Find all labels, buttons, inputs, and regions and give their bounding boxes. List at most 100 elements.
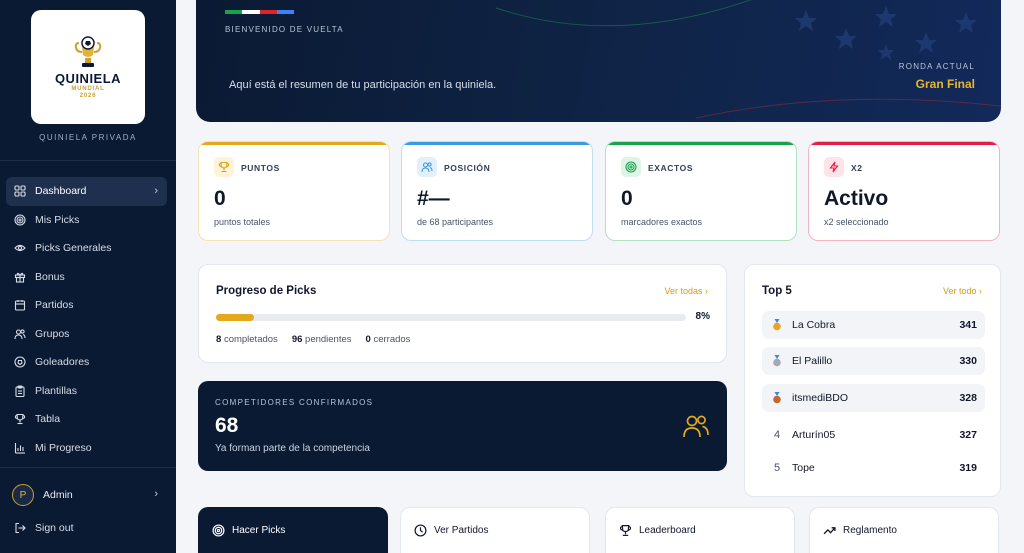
stat-value: 0 — [214, 187, 226, 210]
leaderboard-row[interactable]: 4 Arturín05 327 — [762, 421, 985, 449]
users-icon — [417, 157, 437, 177]
button-label: Ver Partidos — [434, 525, 489, 536]
welcome-subtitle: Aquí está el resumen de tu participación… — [229, 79, 497, 91]
leaderboard-row[interactable]: La Cobra 341 — [762, 311, 985, 339]
trophy-ball-icon — [74, 35, 102, 67]
completed-count: 8 — [216, 334, 222, 345]
link-label: Ver todo — [942, 286, 977, 296]
sign-out-button[interactable]: Sign out — [14, 522, 74, 534]
rules-button[interactable]: Reglamento — [809, 507, 999, 553]
clipboard-icon — [14, 385, 26, 397]
sidebar-item-picks-generales[interactable]: Picks Generales — [6, 234, 167, 263]
stat-label: POSICIÓN — [444, 163, 491, 173]
sidebar-item-label: Dashboard — [35, 185, 87, 198]
stat-accent-bar — [809, 142, 999, 145]
sidebar-nav: Dashboard › Mis Picks Picks Generales Bo… — [6, 177, 167, 462]
logo-year: 2026 — [79, 92, 97, 99]
trophy-icon — [214, 157, 234, 177]
target-icon — [621, 157, 641, 177]
sidebar-item-label: Plantillas — [35, 384, 78, 397]
sidebar-item-label: Mi Progreso — [35, 441, 92, 454]
eye-icon — [14, 242, 26, 254]
closed-stat: 0 cerrados — [366, 334, 411, 345]
player-points: 328 — [959, 392, 977, 404]
stat-label: X2 — [851, 163, 863, 173]
logout-icon — [14, 522, 26, 534]
player-name: itsmediBDO — [792, 392, 849, 404]
avatar: P — [12, 484, 34, 506]
stat-label: EXACTOS — [648, 163, 694, 173]
sidebar-item-label: Goleadores — [35, 356, 90, 369]
stat-description: de 68 participantes — [417, 217, 494, 227]
sidebar-item-mis-picks[interactable]: Mis Picks — [6, 206, 167, 235]
flag-stripe-green — [225, 10, 243, 14]
view-all-picks-link[interactable]: Ver todas › — [664, 286, 708, 296]
card-title: Progreso de Picks — [216, 285, 317, 297]
leaderboard-row[interactable]: 5 Tope 319 — [762, 454, 985, 482]
sidebar-item-bonus[interactable]: Bonus — [6, 263, 167, 292]
view-matches-button[interactable]: Ver Partidos — [400, 507, 590, 553]
sidebar-item-dashboard[interactable]: Dashboard › — [6, 177, 167, 206]
make-picks-button[interactable]: Hacer Picks — [198, 507, 388, 553]
stat-accent-bar — [606, 142, 796, 145]
grid-icon — [14, 185, 26, 197]
sidebar-divider — [0, 160, 176, 161]
sidebar-item-plantillas[interactable]: Plantillas — [6, 377, 167, 406]
progress-bar-fill — [216, 314, 254, 321]
competitors-count: 68 — [215, 414, 239, 437]
sidebar-item-grupos[interactable]: Grupos — [6, 320, 167, 349]
sidebar: QUINIELA MUNDIAL 2026 QUINIELA PRIVADA D… — [0, 0, 176, 553]
player-points: 341 — [959, 319, 977, 331]
stat-description: puntos totales — [214, 217, 271, 227]
users-icon — [683, 415, 709, 438]
flag-stripe-white — [242, 10, 260, 14]
sidebar-item-label: Grupos — [35, 327, 70, 340]
player-points: 330 — [959, 355, 977, 367]
stat-card-x2: X2 Activo x2 seleccionado — [808, 141, 1000, 241]
flag-stripe-blue — [276, 10, 294, 14]
target-icon — [14, 214, 26, 226]
gift-icon — [14, 271, 26, 283]
sidebar-divider — [0, 467, 176, 468]
user-menu[interactable]: P Admin › — [12, 484, 162, 506]
silver-medal-icon — [762, 355, 792, 367]
sidebar-item-partidos[interactable]: Partidos — [6, 291, 167, 320]
chevron-right-icon: › — [154, 488, 158, 500]
sidebar-item-label: Picks Generales — [35, 242, 112, 255]
stat-card-posicion: POSICIÓN #— de 68 participantes — [401, 141, 593, 241]
progress-percent: 8% — [695, 311, 710, 322]
completed-label: completados — [223, 334, 278, 345]
trophy-icon — [14, 413, 26, 425]
closed-label: cerrados — [373, 334, 411, 345]
player-points: 327 — [959, 429, 977, 441]
sidebar-item-tabla[interactable]: Tabla — [6, 405, 167, 434]
logo-title: QUINIELA — [54, 70, 122, 86]
sidebar-item-mi-progreso[interactable]: Mi Progreso — [6, 434, 167, 463]
leaderboard-row[interactable]: itsmediBDO 328 — [762, 384, 985, 412]
stat-label: PUNTOS — [241, 163, 280, 173]
logo-subtitle: MUNDIAL — [71, 85, 105, 92]
player-name: Tope — [792, 462, 815, 474]
view-all-ranking-link[interactable]: Ver todo › — [943, 286, 982, 296]
pending-label: pendientes — [305, 334, 352, 345]
flag-stripe-red — [259, 10, 277, 14]
gold-medal-icon — [762, 319, 792, 331]
button-label: Leaderboard — [639, 525, 696, 536]
stat-value: #— — [417, 187, 450, 210]
progress-stats: 8 completados 96 pendientes 0 cerrados — [216, 334, 410, 345]
sidebar-item-goleadores[interactable]: Goleadores — [6, 348, 167, 377]
sidebar-item-label: Partidos — [35, 299, 74, 312]
stat-value: 0 — [621, 187, 633, 210]
sidebar-item-label: Tabla — [35, 413, 61, 426]
chevron-right-icon: › — [979, 286, 982, 296]
app-logo[interactable]: QUINIELA MUNDIAL 2026 — [31, 10, 145, 124]
leaderboard-button[interactable]: Leaderboard — [605, 507, 795, 553]
sidebar-item-label: Bonus — [35, 270, 65, 283]
stat-card-puntos: PUNTOS 0 puntos totales — [198, 141, 390, 241]
leaderboard-row[interactable]: El Palillo 330 — [762, 347, 985, 375]
player-name: El Palillo — [792, 355, 833, 367]
banner-decoration — [495, 0, 1001, 119]
chevron-right-icon: › — [705, 286, 708, 296]
bronze-medal-icon — [762, 392, 792, 404]
stat-card-exactos: EXACTOS 0 marcadores exactos — [605, 141, 797, 241]
